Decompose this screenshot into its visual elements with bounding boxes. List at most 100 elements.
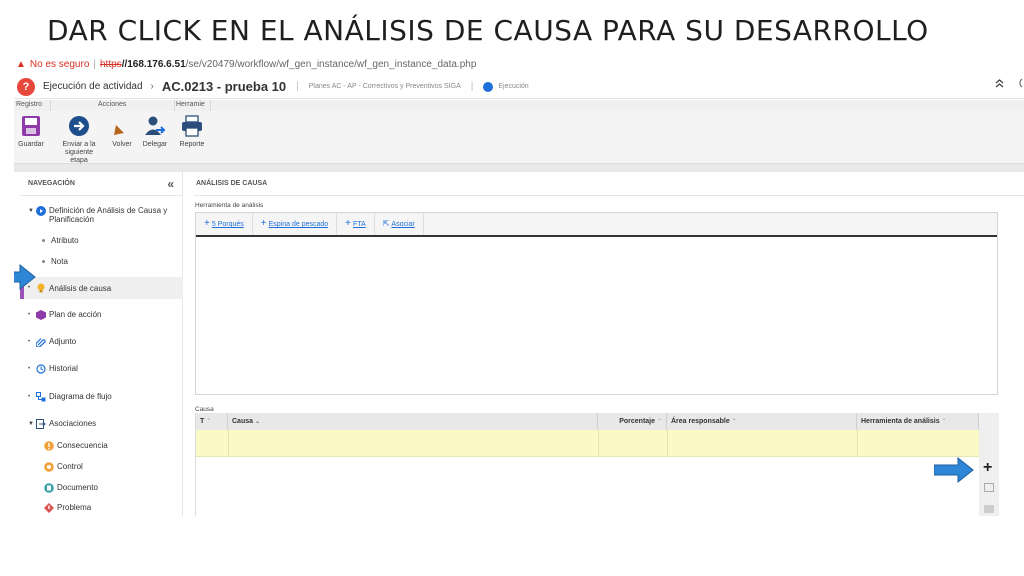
- annotation-arrow-right-icon: [934, 457, 974, 483]
- sidebar-item-plan-label: Plan de acción: [49, 310, 102, 319]
- save-label: Guardar: [18, 141, 44, 148]
- sidebar-item-definicion[interactable]: ▼ Definición de Análisis de Causa y Plani…: [20, 206, 183, 224]
- url-host: //168.176.6.51: [121, 59, 186, 70]
- ribbon-group-labels: Registro Acciones Herramie: [14, 100, 1024, 111]
- status-badge: Ejecución: [483, 81, 529, 92]
- sidebar-item-consecuencia[interactable]: Consecuencia: [20, 441, 183, 451]
- bullet-icon: •: [28, 339, 31, 345]
- sidebar-item-historial-label: Historial: [49, 364, 78, 373]
- annotation-arrow-left-icon: [14, 264, 36, 290]
- ribbon-group-acciones: Acciones: [98, 101, 127, 108]
- sort-icon: ⌃: [731, 419, 737, 425]
- sidebar-item-diagrama-label: Diagrama de flujo: [49, 392, 112, 401]
- collapse-up-icon[interactable]: [995, 79, 1004, 91]
- main-panel: ANÁLISIS DE CAUSA Herramienta de análisi…: [194, 172, 1024, 516]
- ribbon-group-herramientas: Herramie: [176, 101, 205, 108]
- tab-asociar-label: Asociar: [391, 221, 415, 228]
- sidebar-item-diagrama[interactable]: • Diagrama de flujo: [20, 392, 183, 402]
- tab-fta-label: FTA: [353, 221, 366, 228]
- lightbulb-icon: [37, 283, 45, 293]
- tab-espina-pescado[interactable]: + Espina de pescado: [253, 213, 338, 235]
- sidebar-item-plan-accion[interactable]: • Plan de acción: [20, 310, 183, 320]
- sidebar-item-problema[interactable]: Problema: [20, 503, 183, 513]
- sidebar-item-adjunto[interactable]: • Adjunto: [20, 337, 183, 347]
- sidebar-item-analisis-causa[interactable]: • Análisis de causa: [20, 277, 183, 299]
- view-icon[interactable]: [984, 483, 994, 492]
- delegate-button[interactable]: Delegar: [140, 115, 170, 149]
- back-button[interactable]: Volver: [110, 115, 134, 149]
- play-circle-icon: [36, 206, 46, 216]
- association-icon: [36, 419, 46, 429]
- plus-icon: +: [260, 218, 267, 229]
- save-icon: [22, 116, 40, 136]
- column-header-area[interactable]: Área responsable ⌃: [667, 413, 857, 430]
- sidebar-item-historial[interactable]: • Historial: [20, 364, 183, 374]
- screenshot: ▲ No es seguro | https//168.176.6.51/se/…: [14, 56, 1024, 516]
- tab-5-porques-label: 5 Porqués: [211, 221, 244, 228]
- sidebar-item-documento[interactable]: Documento: [20, 483, 183, 493]
- activity-code: AC.0213 - prueba 10: [161, 79, 287, 94]
- arrow-right-circle-icon: [69, 116, 89, 136]
- column-header-porcentaje[interactable]: Porcentaje ⌃: [598, 413, 667, 430]
- save-button[interactable]: Guardar: [16, 115, 46, 149]
- report-button[interactable]: Reporte: [178, 115, 206, 149]
- delete-icon[interactable]: [984, 505, 994, 513]
- table-actions-bar: +: [979, 413, 999, 516]
- sidebar-item-problema-label: Problema: [57, 503, 92, 512]
- column-header-causa[interactable]: Causa ⌄: [228, 413, 598, 430]
- external-link-icon: ⇱: [382, 219, 390, 228]
- tool-label: Herramienta de análisis: [195, 202, 264, 209]
- column-header-t[interactable]: T ⌃: [196, 413, 228, 430]
- sidebar-item-nota[interactable]: Nota: [20, 257, 183, 266]
- back-label: Volver: [112, 141, 132, 148]
- insecure-label: No es seguro: [29, 59, 90, 70]
- address-bar[interactable]: ▲ No es seguro | https//168.176.6.51/se/…: [14, 56, 1024, 73]
- send-label-line1: Enviar a la: [62, 141, 96, 148]
- sidebar-item-atributo[interactable]: Atributo: [20, 236, 183, 245]
- tab-asociar[interactable]: ⇱ Asociar: [375, 213, 424, 235]
- problem-icon: [44, 503, 54, 513]
- table-row[interactable]: [196, 430, 979, 457]
- add-cause-button[interactable]: +: [983, 459, 992, 477]
- sidebar-item-nota-label: Nota: [51, 257, 68, 266]
- consequence-icon: [44, 441, 54, 451]
- url-path: /se/v20479/workflow/wf_gen_instance/wf_g…: [185, 59, 477, 70]
- column-header-herramienta[interactable]: Herramienta de análisis ⌃: [857, 413, 979, 430]
- bullet-icon: •: [28, 366, 31, 372]
- warning-icon: ▲: [16, 59, 26, 70]
- definicion-line2: Planificación: [49, 215, 94, 224]
- sidebar-item-control-label: Control: [57, 462, 83, 471]
- slide-title: DAR CLICK EN EL ANÁLISIS DE CAUSA PARA S…: [47, 14, 929, 47]
- sort-icon: ⌄: [254, 419, 260, 425]
- sort-icon: ⌃: [206, 419, 212, 425]
- header-subtitle: Planes AC - AP - Correctivos y Preventiv…: [308, 83, 461, 90]
- sidebar-item-control[interactable]: Control: [20, 462, 183, 472]
- collapse-sidebar-icon[interactable]: «: [167, 172, 174, 196]
- history-clock-icon: [36, 364, 46, 374]
- sidebar-header: NAVEGACIÓN «: [20, 172, 182, 196]
- col-porcentaje-label: Porcentaje: [619, 418, 656, 425]
- send-label-line2: siguiente etapa: [64, 149, 94, 164]
- ribbon-group-registro: Registro: [16, 101, 43, 108]
- tab-espina-label: Espina de pescado: [268, 221, 329, 228]
- ribbon-divider: [14, 164, 1024, 172]
- sidebar-item-consecuencia-label: Consecuencia: [57, 441, 108, 450]
- bullet-icon: •: [28, 394, 31, 400]
- cube-icon: [36, 310, 46, 320]
- delegate-user-icon: [145, 116, 166, 135]
- sidebar-item-asociaciones[interactable]: ▼ Asociaciones: [20, 419, 183, 429]
- sidebar-item-definicion-label: Definición de Análisis de Causa y Planifi…: [49, 206, 167, 224]
- col-area-label: Área responsable: [671, 418, 730, 425]
- col-causa-label: Causa: [232, 418, 254, 425]
- url-scheme: https: [100, 59, 122, 70]
- sort-icon: ⌃: [941, 419, 947, 425]
- breadcrumb-chevron-icon: ›: [150, 81, 154, 92]
- sidebar-item-asociaciones-label: Asociaciones: [49, 419, 97, 428]
- return-arrow-icon: [114, 118, 131, 135]
- definicion-line1: Definición de Análisis de Causa y: [49, 206, 168, 215]
- header-pipe: |: [296, 81, 299, 92]
- send-next-stage-button[interactable]: Enviar a la siguiente etapa: [56, 115, 102, 165]
- tab-5-porques[interactable]: +5 Porqués: [196, 213, 253, 235]
- refresh-icon[interactable]: [1015, 77, 1023, 92]
- tab-fta[interactable]: + FTA: [337, 213, 375, 235]
